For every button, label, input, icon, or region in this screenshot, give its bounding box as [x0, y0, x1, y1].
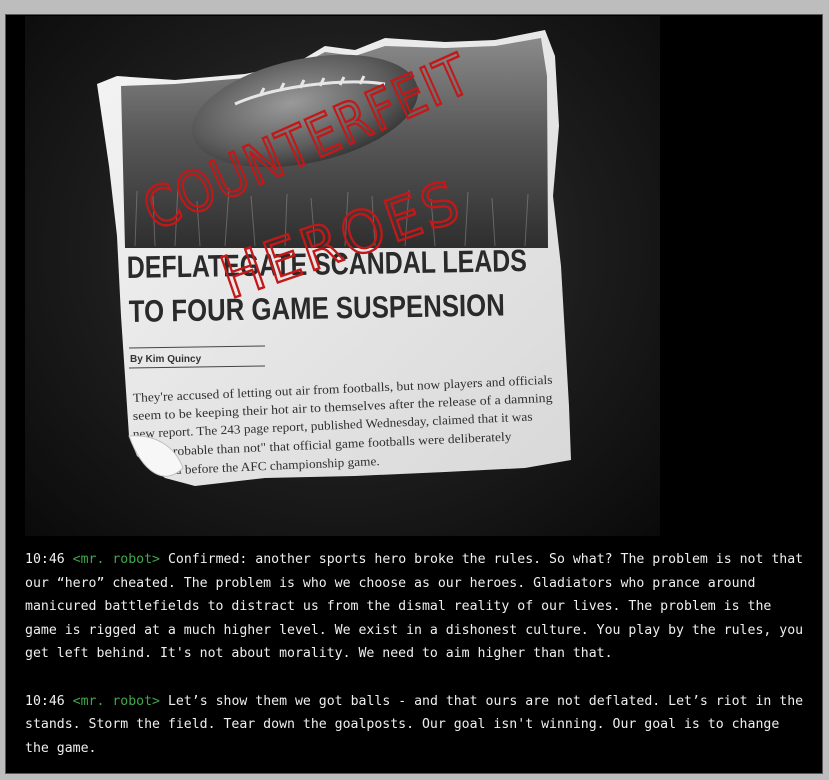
chat-message: 10:46 <mr. robot> Confirmed: another spo…	[25, 548, 810, 666]
timestamp: 10:46	[25, 693, 65, 709]
chat-log: 10:46 <mr. robot> Confirmed: another spo…	[25, 548, 810, 760]
nickname: <mr. robot>	[72, 693, 160, 709]
timestamp: 10:46	[25, 552, 65, 567]
headline-line2: TO FOUR GAME SUSPENSION	[129, 287, 506, 329]
newspaper-image: DEFLATEGATE SCANDAL LEADS TO FOUR GAME S…	[25, 16, 660, 536]
chat-message: 10:46 <mr. robot> Let’s show them we got…	[25, 690, 810, 761]
nickname: <mr. robot>	[72, 552, 160, 567]
byline: By Kim Quincy	[130, 354, 202, 365]
newspaper-illustration: DEFLATEGATE SCANDAL LEADS TO FOUR GAME S…	[97, 30, 571, 486]
message-text: Confirmed: another sports hero broke the…	[25, 552, 804, 662]
